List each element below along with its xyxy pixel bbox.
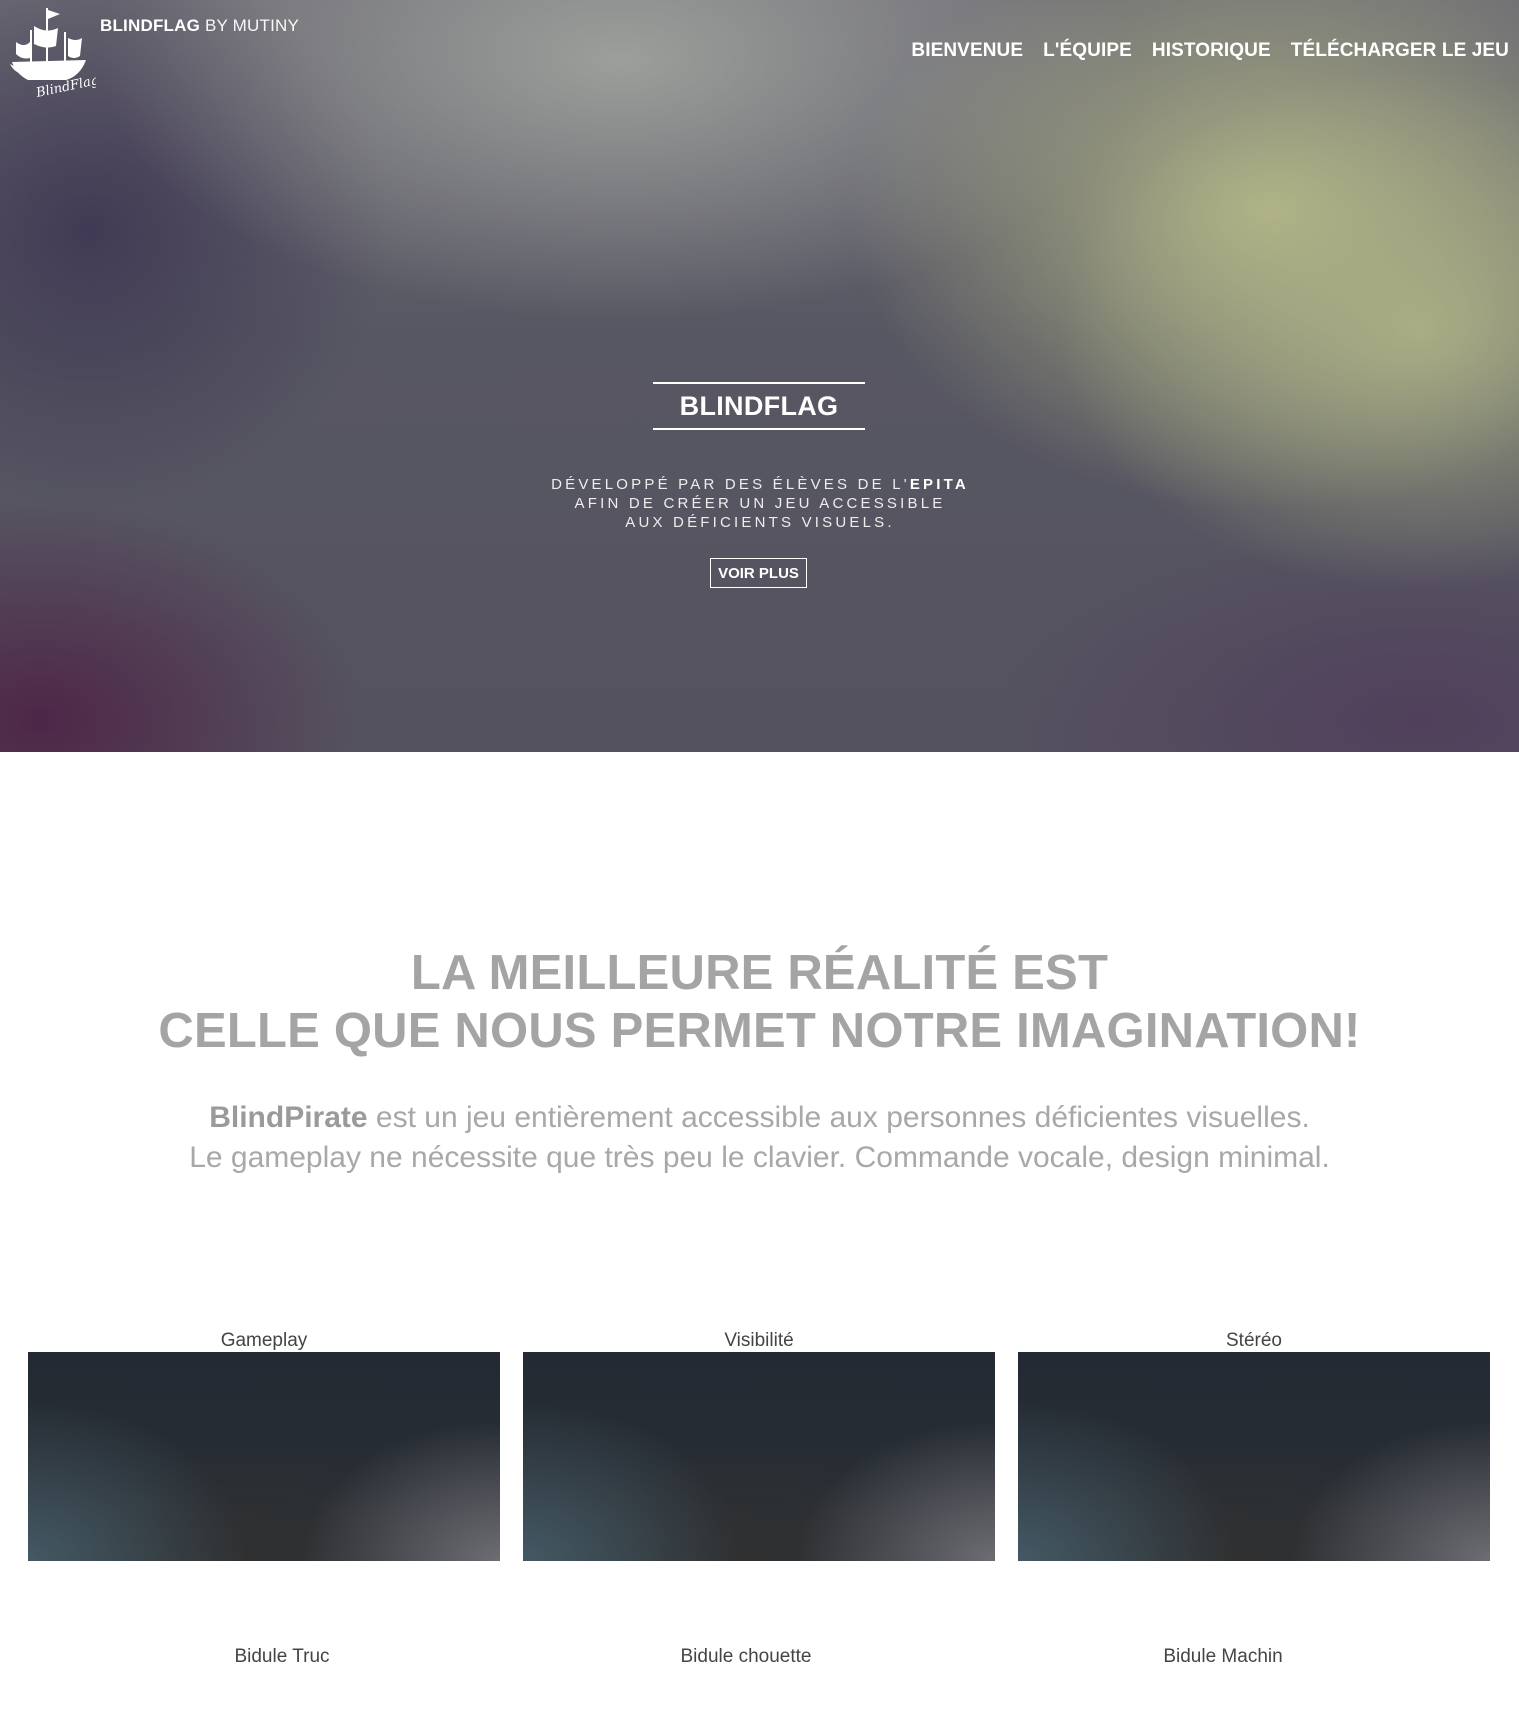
feature-image-stereo[interactable] — [1018, 1352, 1490, 1561]
headline-line1: LA MEILLEURE RÉALITÉ EST — [410, 946, 1109, 1000]
sublabel-bidule-chouette: Bidule chouette — [680, 1646, 812, 1667]
feature-image-visibilite[interactable] — [523, 1352, 995, 1561]
brand-suffix: BY MUTINY — [204, 16, 300, 35]
hero-subtitle-line1: DÉVELOPPÉ PAR DES ÉLÈVES DE L'EPITA — [460, 475, 1060, 494]
hero-subtitle-line2: AFIN DE CRÉER UN JEU ACCESSIBLE — [574, 495, 946, 512]
feature-label-stereo: Stéréo — [1226, 1330, 1282, 1351]
voir-plus-button[interactable]: VOIR PLUS — [710, 558, 807, 588]
hero-subtitle-line3: AUX DÉFICIENTS VISUELS. — [625, 514, 895, 531]
pirate-ship-logo-icon[interactable]: BlindFlag — [6, 2, 96, 100]
feature-label-visibilite: Visibilité — [724, 1330, 794, 1351]
sublabel-bidule-truc: Bidule Truc — [234, 1646, 330, 1667]
sublabel-bidule-machin: Bidule Machin — [1163, 1646, 1283, 1667]
nav-telecharger[interactable]: TÉLÉCHARGER LE JEU — [1291, 40, 1509, 62]
hero-section: BlindFlag BLINDFLAG BY MUTINY BIENVENUE … — [0, 0, 1519, 752]
nav-bienvenue[interactable]: BIENVENUE — [911, 40, 1023, 62]
brand-name: BLINDFLAG — [100, 16, 201, 35]
feature-label-gameplay: Gameplay — [220, 1330, 308, 1351]
hero-subtitle: DÉVELOPPÉ PAR DES ÉLÈVES DE L'EPITA AFIN… — [460, 475, 1060, 532]
intro-line1-text: est un jeu entièrement accessible aux pe… — [367, 1101, 1310, 1134]
intro-game-name: BlindPirate — [209, 1101, 368, 1134]
hero-title: BLINDFLAG — [653, 382, 865, 430]
nav-historique[interactable]: HISTORIQUE — [1152, 40, 1271, 62]
brand-title[interactable]: BLINDFLAG BY MUTINY — [100, 16, 299, 36]
intro-headline: LA MEILLEURE RÉALITÉ EST CELLE QUE NOUS … — [0, 944, 1519, 1060]
intro-line1: BlindPirate est un jeu entièrement acces… — [0, 1098, 1519, 1138]
main-nav: BIENVENUE L'ÉQUIPE HISTORIQUE TÉLÉCHARGE… — [911, 40, 1509, 62]
intro-line2: Le gameplay ne nécessite que très peu le… — [189, 1141, 1330, 1174]
nav-equipe[interactable]: L'ÉQUIPE — [1043, 40, 1132, 62]
headline-line2: CELLE QUE NOUS PERMET NOTRE IMAGINATION! — [158, 1004, 1361, 1058]
intro-text: BlindPirate est un jeu entièrement acces… — [0, 1098, 1519, 1178]
hero-subtitle-epita: EPITA — [909, 476, 969, 493]
feature-image-gameplay[interactable] — [28, 1352, 500, 1561]
hero-subtitle-prefix: DÉVELOPPÉ PAR DES ÉLÈVES DE L' — [551, 476, 910, 493]
